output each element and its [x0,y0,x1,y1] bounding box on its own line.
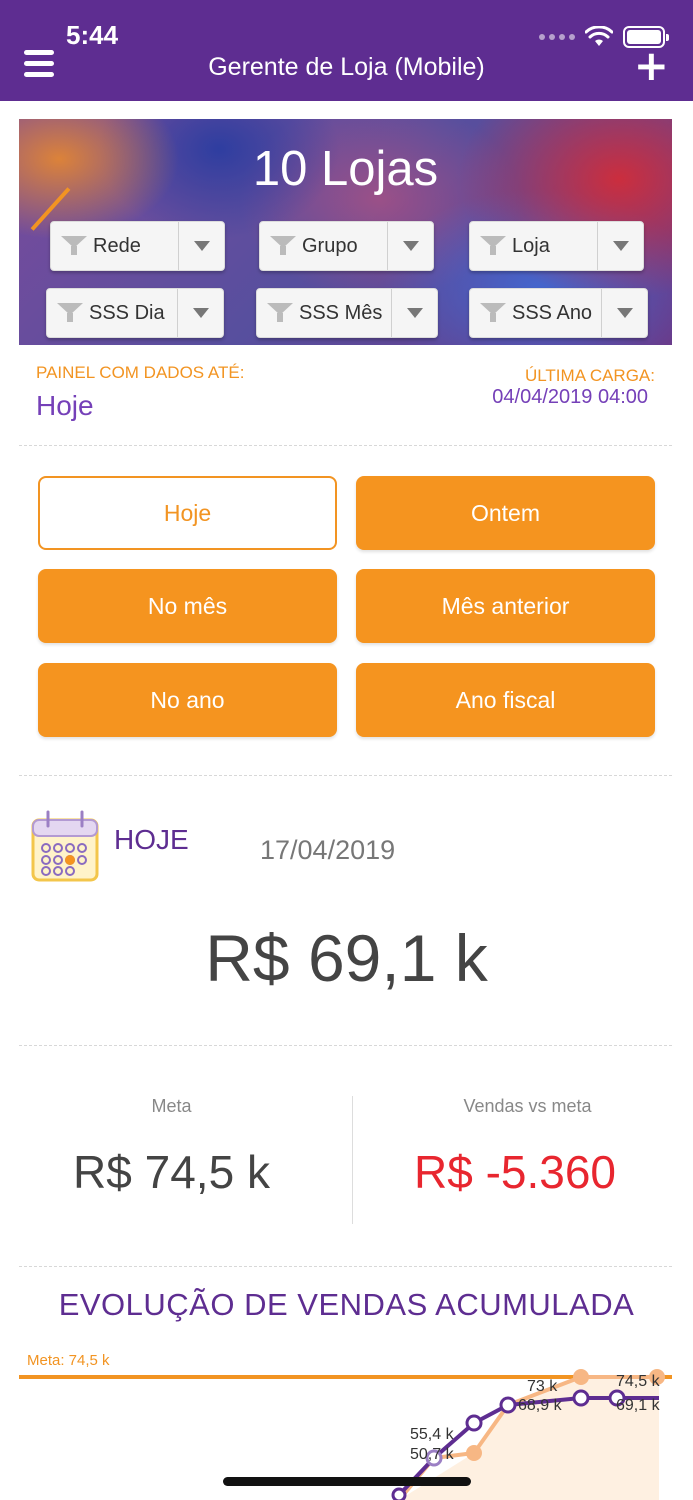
funnel-icon [61,236,87,256]
series-2-point [573,1369,589,1385]
filter-sss-dia[interactable]: SSS Dia [46,288,224,338]
divider [19,1266,672,1267]
funnel-icon [57,303,83,323]
chevron-down-icon[interactable] [391,289,437,337]
panel-data-value: Hoje [36,390,94,421]
stores-banner: 10 Lojas Rede Grupo Loja SSS Dia SSS Mês… [19,119,672,345]
summary-date: 17/04/2019 [260,835,396,865]
series-1-point [465,1414,483,1432]
chevron-down-icon[interactable] [597,222,643,270]
status-time: 5:44 [66,20,119,50]
divider [19,775,672,776]
meta-value: R$ 74,5 k [73,1146,270,1198]
filter-label: Loja [512,234,550,257]
series-2-point [466,1445,482,1461]
period-button-no-mes[interactable]: No mês [38,569,337,643]
chevron-down-icon[interactable] [178,222,224,270]
data-label: 73 k [527,1378,558,1395]
filter-label: Rede [93,234,141,257]
last-load-label: ÚLTIMA CARGA: [524,366,655,385]
data-label: 69,1 k [616,1397,661,1414]
funnel-icon [480,236,506,256]
chevron-down-icon[interactable] [387,222,433,270]
signal-icon [539,34,575,40]
stores-count: 10 Lojas [252,142,439,196]
data-label: 68,9 k [518,1397,563,1414]
filter-label: SSS Mês [299,301,383,324]
filter-loja[interactable]: Loja [469,221,644,271]
filter-label: SSS Dia [89,301,165,324]
meta-label: Meta [151,1096,192,1116]
filter-sss-mes[interactable]: SSS Mês [256,288,438,338]
divider [19,445,672,446]
filter-sss-ano[interactable]: SSS Ano [469,288,648,338]
app-header: 5:44 Gerente de Loja (Mobile) + [0,0,693,101]
period-button-ano-fiscal[interactable]: Ano fiscal [356,663,655,737]
data-label: 50,7 k [410,1446,455,1463]
filter-grupo[interactable]: Grupo [259,221,434,271]
chevron-down-icon[interactable] [601,289,647,337]
period-button-ontem[interactable]: Ontem [356,476,655,550]
calendar-icon [31,810,99,882]
filter-label: Grupo [302,234,358,257]
vs-meta-label: Vendas vs meta [463,1096,592,1116]
period-button-mes-anterior[interactable]: Mês anterior [356,569,655,643]
vs-meta-value: R$ -5.360 [413,1146,616,1198]
wifi-icon [585,26,613,46]
data-label: 74,5 k [616,1373,661,1390]
period-button-hoje[interactable]: Hoje [38,476,337,550]
chart-title: EVOLUÇÃO DE VENDAS ACUMULADA [58,1287,635,1322]
filter-rede[interactable]: Rede [50,221,225,271]
funnel-icon [267,303,293,323]
meta-line-label: Meta: 74,5 k [27,1352,110,1369]
chevron-down-icon[interactable] [177,289,223,337]
home-indicator[interactable] [223,1477,471,1486]
period-button-no-ano[interactable]: No ano [38,663,337,737]
data-label: 55,4 k [410,1426,455,1443]
series-1-point [391,1487,407,1500]
app-title: Gerente de Loja (Mobile) [208,53,485,81]
last-load-value: 04/04/2019 04:00 [492,386,648,408]
filter-label: SSS Ano [512,301,593,324]
summary-label: HOJE [114,824,189,855]
series-1-point [499,1396,517,1414]
column-divider [352,1096,353,1224]
funnel-icon [270,236,296,256]
series-1-point [572,1389,590,1407]
add-icon[interactable]: + [634,45,669,87]
funnel-icon [480,303,506,323]
summary-sales-value: R$ 69,1 k [205,921,488,995]
divider [19,1045,672,1046]
panel-data-label: PAINEL COM DADOS ATÉ: [36,363,245,382]
